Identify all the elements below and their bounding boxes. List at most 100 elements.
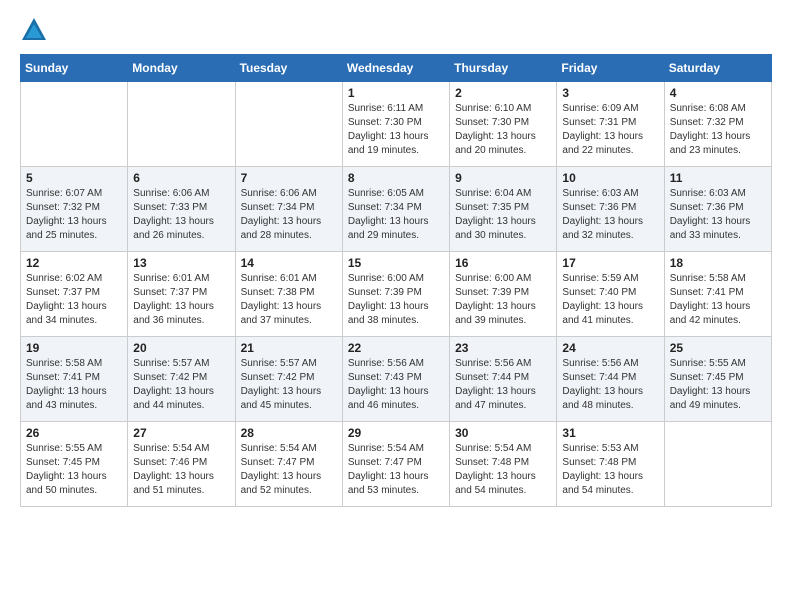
day-info: Sunrise: 5:58 AM Sunset: 7:41 PM Dayligh… [670, 272, 766, 328]
day-info: Sunrise: 6:00 AM Sunset: 7:39 PM Dayligh… [348, 272, 444, 328]
logo-icon [20, 16, 48, 44]
column-header-monday: Monday [128, 55, 235, 82]
calendar-cell: 21 Sunrise: 5:57 AM Sunset: 7:42 PM Dayli… [235, 337, 342, 422]
day-number: 29 [348, 426, 444, 440]
header-row: SundayMondayTuesdayWednesdayThursdayFrid… [21, 55, 772, 82]
day-info: Sunrise: 6:01 AM Sunset: 7:38 PM Dayligh… [241, 272, 337, 328]
calendar-body: 1 Sunrise: 6:11 AM Sunset: 7:30 PM Daylig… [21, 82, 772, 507]
day-info: Sunrise: 6:05 AM Sunset: 7:34 PM Dayligh… [348, 187, 444, 243]
day-info: Sunrise: 6:06 AM Sunset: 7:34 PM Dayligh… [241, 187, 337, 243]
calendar-cell: 3Sunrise: 6:09 AM Sunset: 7:31 PM Daylig… [557, 82, 664, 167]
header [20, 16, 772, 44]
day-info: Sunrise: 5:58 AM Sunset: 7:41 PM Dayligh… [26, 357, 122, 413]
calendar-cell: 18Sunrise: 5:58 AM Sunset: 7:41 PM Dayli… [664, 252, 771, 337]
day-info: Sunrise: 5:56 AM Sunset: 7:44 PM Dayligh… [455, 357, 551, 413]
day-number: 17 [562, 256, 658, 270]
day-info: Sunrise: 6:03 AM Sunset: 7:36 PM Dayligh… [562, 187, 658, 243]
calendar-cell: 13Sunrise: 6:01 AM Sunset: 7:37 PM Dayli… [128, 252, 235, 337]
calendar-cell [128, 82, 235, 167]
calendar-cell: 17 Sunrise: 5:59 AM Sunset: 7:40 PM Dayli… [557, 252, 664, 337]
day-info: Sunrise: 6:02 AM Sunset: 7:37 PM Dayligh… [26, 272, 122, 328]
calendar-cell [664, 422, 771, 507]
day-number: 22 [348, 341, 444, 355]
week-row-2: 5 Sunrise: 6:07 AM Sunset: 7:32 PM Daylig… [21, 167, 772, 252]
day-number: 26 [26, 426, 122, 440]
calendar-cell: 9 Sunrise: 6:04 AM Sunset: 7:35 PM Daylig… [450, 167, 557, 252]
day-info: Sunrise: 6:04 AM Sunset: 7:35 PM Dayligh… [455, 187, 551, 243]
day-number: 25 [670, 341, 766, 355]
calendar-cell: 28Sunrise: 5:54 AM Sunset: 7:47 PM Dayli… [235, 422, 342, 507]
day-number: 11 [670, 171, 766, 185]
calendar-cell: 20 Sunrise: 5:57 AM Sunset: 7:42 PM Dayli… [128, 337, 235, 422]
column-header-thursday: Thursday [450, 55, 557, 82]
day-number: 10 [562, 171, 658, 185]
week-row-3: 12 Sunrise: 6:02 AM Sunset: 7:37 PM Dayli… [21, 252, 772, 337]
calendar-cell: 15 Sunrise: 6:00 AM Sunset: 7:39 PM Dayli… [342, 252, 449, 337]
calendar-cell: 2Sunrise: 6:10 AM Sunset: 7:30 PM Daylig… [450, 82, 557, 167]
day-number: 1 [348, 86, 444, 100]
calendar-cell: 26 Sunrise: 5:55 AM Sunset: 7:45 PM Dayli… [21, 422, 128, 507]
day-number: 4 [670, 86, 766, 100]
day-number: 31 [562, 426, 658, 440]
calendar-cell: 25 Sunrise: 5:55 AM Sunset: 7:45 PM Dayli… [664, 337, 771, 422]
day-info: Sunrise: 6:03 AM Sunset: 7:36 PM Dayligh… [670, 187, 766, 243]
calendar-cell: 16 Sunrise: 6:00 AM Sunset: 7:39 PM Dayli… [450, 252, 557, 337]
day-number: 13 [133, 256, 229, 270]
calendar-cell: 24Sunrise: 5:56 AM Sunset: 7:44 PM Dayli… [557, 337, 664, 422]
calendar-cell: 22 Sunrise: 5:56 AM Sunset: 7:43 PM Dayli… [342, 337, 449, 422]
week-row-1: 1 Sunrise: 6:11 AM Sunset: 7:30 PM Daylig… [21, 82, 772, 167]
day-info: Sunrise: 5:56 AM Sunset: 7:43 PM Dayligh… [348, 357, 444, 413]
day-number: 30 [455, 426, 551, 440]
day-info: Sunrise: 5:54 AM Sunset: 7:48 PM Dayligh… [455, 442, 551, 498]
calendar-cell: 29 Sunrise: 5:54 AM Sunset: 7:47 PM Dayli… [342, 422, 449, 507]
calendar-cell: 31Sunrise: 5:53 AM Sunset: 7:48 PM Dayli… [557, 422, 664, 507]
calendar-table: SundayMondayTuesdayWednesdayThursdayFrid… [20, 54, 772, 507]
day-info: Sunrise: 6:06 AM Sunset: 7:33 PM Dayligh… [133, 187, 229, 243]
week-row-5: 26 Sunrise: 5:55 AM Sunset: 7:45 PM Dayli… [21, 422, 772, 507]
day-info: Sunrise: 5:55 AM Sunset: 7:45 PM Dayligh… [670, 357, 766, 413]
day-number: 9 [455, 171, 551, 185]
calendar-cell: 7Sunrise: 6:06 AM Sunset: 7:34 PM Daylig… [235, 167, 342, 252]
day-info: Sunrise: 5:54 AM Sunset: 7:47 PM Dayligh… [348, 442, 444, 498]
day-number: 15 [348, 256, 444, 270]
day-info: Sunrise: 6:00 AM Sunset: 7:39 PM Dayligh… [455, 272, 551, 328]
page: SundayMondayTuesdayWednesdayThursdayFrid… [0, 0, 792, 527]
day-number: 14 [241, 256, 337, 270]
day-number: 21 [241, 341, 337, 355]
day-info: Sunrise: 5:59 AM Sunset: 7:40 PM Dayligh… [562, 272, 658, 328]
week-row-4: 19 Sunrise: 5:58 AM Sunset: 7:41 PM Dayli… [21, 337, 772, 422]
day-number: 8 [348, 171, 444, 185]
day-info: Sunrise: 6:08 AM Sunset: 7:32 PM Dayligh… [670, 102, 766, 158]
logo [20, 16, 52, 44]
calendar-header: SundayMondayTuesdayWednesdayThursdayFrid… [21, 55, 772, 82]
calendar-cell: 27Sunrise: 5:54 AM Sunset: 7:46 PM Dayli… [128, 422, 235, 507]
column-header-friday: Friday [557, 55, 664, 82]
calendar-cell [21, 82, 128, 167]
day-number: 12 [26, 256, 122, 270]
column-header-tuesday: Tuesday [235, 55, 342, 82]
day-info: Sunrise: 5:55 AM Sunset: 7:45 PM Dayligh… [26, 442, 122, 498]
day-number: 27 [133, 426, 229, 440]
calendar-cell: 19 Sunrise: 5:58 AM Sunset: 7:41 PM Dayli… [21, 337, 128, 422]
calendar-cell: 5 Sunrise: 6:07 AM Sunset: 7:32 PM Daylig… [21, 167, 128, 252]
calendar-cell: 12 Sunrise: 6:02 AM Sunset: 7:37 PM Dayli… [21, 252, 128, 337]
day-number: 5 [26, 171, 122, 185]
day-number: 16 [455, 256, 551, 270]
day-number: 19 [26, 341, 122, 355]
day-info: Sunrise: 6:09 AM Sunset: 7:31 PM Dayligh… [562, 102, 658, 158]
day-info: Sunrise: 6:07 AM Sunset: 7:32 PM Dayligh… [26, 187, 122, 243]
calendar-cell: 23Sunrise: 5:56 AM Sunset: 7:44 PM Dayli… [450, 337, 557, 422]
day-number: 28 [241, 426, 337, 440]
column-header-sunday: Sunday [21, 55, 128, 82]
day-info: Sunrise: 5:57 AM Sunset: 7:42 PM Dayligh… [133, 357, 229, 413]
column-header-saturday: Saturday [664, 55, 771, 82]
day-info: Sunrise: 5:56 AM Sunset: 7:44 PM Dayligh… [562, 357, 658, 413]
day-info: Sunrise: 5:57 AM Sunset: 7:42 PM Dayligh… [241, 357, 337, 413]
day-number: 20 [133, 341, 229, 355]
day-info: Sunrise: 6:11 AM Sunset: 7:30 PM Dayligh… [348, 102, 444, 158]
calendar-cell: 6 Sunrise: 6:06 AM Sunset: 7:33 PM Daylig… [128, 167, 235, 252]
day-info: Sunrise: 6:10 AM Sunset: 7:30 PM Dayligh… [455, 102, 551, 158]
column-header-wednesday: Wednesday [342, 55, 449, 82]
calendar-cell: 8 Sunrise: 6:05 AM Sunset: 7:34 PM Daylig… [342, 167, 449, 252]
day-number: 6 [133, 171, 229, 185]
